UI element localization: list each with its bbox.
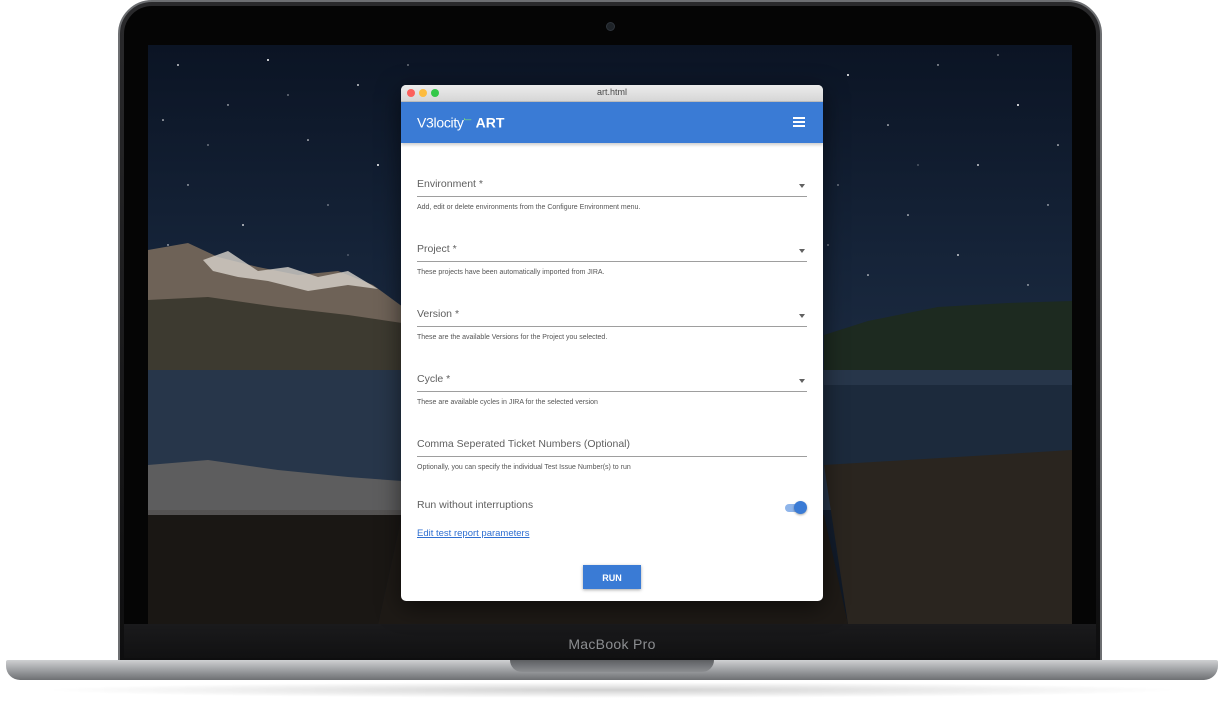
environment-select[interactable]: Environment * [417, 170, 807, 197]
camera-icon [606, 22, 615, 31]
hamburger-menu-icon[interactable] [793, 117, 805, 127]
run-button-wrap: RUN [417, 565, 807, 589]
app-name: ART [475, 114, 505, 131]
run-without-interruptions-row: Run without interruptions [417, 495, 807, 523]
project-select[interactable]: Project * [417, 235, 807, 262]
chevron-down-icon [799, 379, 805, 383]
environment-helper: Add, edit or delete environments from th… [417, 204, 641, 211]
chevron-down-icon [799, 184, 805, 188]
ticket-numbers-input[interactable]: Comma Seperated Ticket Numbers (Optional… [417, 430, 807, 457]
device-label: MacBook Pro [568, 636, 656, 652]
run-button[interactable]: RUN [583, 565, 641, 589]
app-window: art.html V3locity⹃ ART Environment * Add,… [401, 85, 823, 601]
cycle-helper: These are available cycles in JIRA for t… [417, 399, 598, 406]
laptop-shadow [40, 682, 1184, 698]
ticket-numbers-helper: Optionally, you can specify the individu… [417, 464, 631, 471]
laptop-notch [510, 660, 714, 672]
run-without-interruptions-label: Run without interruptions [417, 499, 534, 511]
version-field: Version * These are the available Versio… [417, 300, 807, 343]
environment-label: Environment * [417, 178, 483, 190]
chevron-down-icon [799, 249, 805, 253]
cycle-label: Cycle * [417, 373, 451, 385]
version-helper: These are the available Versions for the… [417, 334, 608, 341]
ticket-numbers-label: Comma Seperated Ticket Numbers (Optional… [417, 438, 630, 450]
cycle-select[interactable]: Cycle * [417, 365, 807, 392]
window-titlebar[interactable]: art.html [401, 85, 823, 102]
cycle-field: Cycle * These are available cycles in JI… [417, 365, 807, 408]
run-without-interruptions-toggle[interactable] [785, 501, 807, 515]
brand-logo-mark: ⹃ [463, 115, 472, 124]
edit-test-report-parameters-link[interactable]: Edit test report parameters [417, 528, 529, 539]
chevron-down-icon [799, 314, 805, 318]
version-select[interactable]: Version * [417, 300, 807, 327]
project-field: Project * These projects have been autom… [417, 235, 807, 278]
window-title: art.html [596, 87, 627, 97]
brand-logo-text: V3locity [417, 114, 464, 131]
project-label: Project * [417, 243, 457, 255]
toggle-thumb [794, 501, 807, 514]
project-helper: These projects have been automatically i… [417, 269, 605, 276]
brand: V3locity⹃ ART [417, 114, 504, 131]
run-form: Environment * Add, edit or delete enviro… [417, 170, 807, 589]
version-label: Version * [417, 308, 460, 320]
ticket-numbers-field: Comma Seperated Ticket Numbers (Optional… [417, 430, 807, 473]
environment-field: Environment * Add, edit or delete enviro… [417, 170, 807, 213]
app-header: V3locity⹃ ART [401, 102, 823, 143]
